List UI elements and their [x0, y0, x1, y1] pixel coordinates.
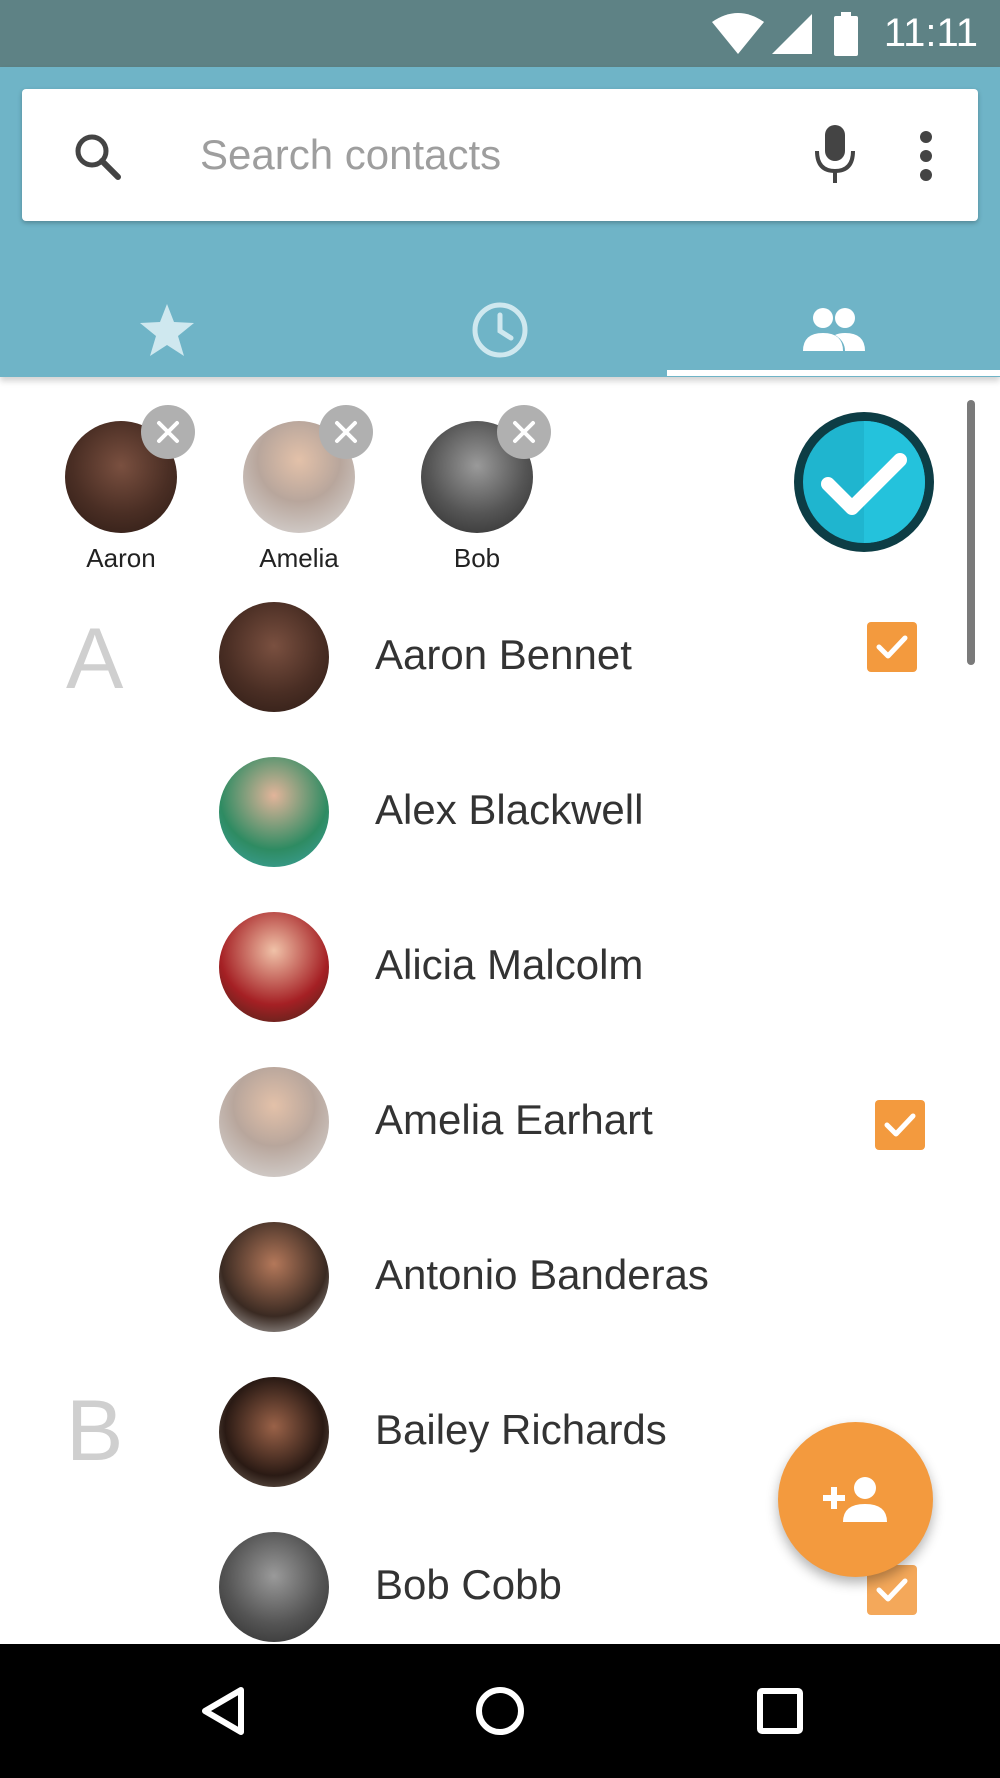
chip-remove-button[interactable] [319, 405, 373, 459]
chip-remove-button[interactable] [141, 405, 195, 459]
home-circle-icon [476, 1687, 524, 1735]
contact-name: Alicia Malcolm [375, 941, 644, 988]
tab-recents[interactable] [333, 282, 666, 377]
avatar [219, 1222, 329, 1332]
contact-name: Aaron Bennet [375, 631, 632, 678]
contact-row[interactable]: Aaron Bennet [0, 579, 1000, 734]
contact-name: Alex Blackwell [375, 786, 644, 833]
tab-contacts[interactable] [667, 282, 1000, 377]
tab-indicator [667, 370, 1000, 376]
contact-checkbox[interactable] [867, 622, 917, 672]
check-icon [876, 635, 908, 659]
check-circle-icon [794, 412, 934, 552]
close-icon [157, 421, 179, 443]
app-bar [0, 67, 1000, 377]
tab-favorites[interactable] [0, 282, 333, 377]
done-button[interactable] [792, 410, 936, 554]
more-vert-icon[interactable] [918, 131, 934, 181]
contact-name: Bailey Richards [375, 1406, 667, 1453]
search-icon[interactable] [72, 131, 124, 183]
cell-signal-icon [772, 14, 812, 54]
chip-label: Bob [453, 543, 501, 573]
contact-name: Antonio Banderas [375, 1251, 709, 1298]
avatar [219, 912, 329, 1022]
navigation-bar [0, 1644, 1000, 1778]
search-input[interactable] [200, 125, 770, 185]
chip-label: Aaron [86, 543, 156, 573]
avatar [219, 1532, 329, 1642]
clock-icon [472, 302, 527, 357]
avatar [219, 757, 329, 867]
contact-row[interactable]: Alex Blackwell [0, 734, 1000, 889]
contact-checkbox[interactable] [875, 1100, 925, 1150]
home-button[interactable] [435, 1666, 565, 1756]
star-icon [139, 303, 194, 356]
chip-label: Amelia [259, 543, 339, 573]
search-bar [22, 89, 978, 221]
people-icon [802, 307, 865, 351]
avatar [219, 1067, 329, 1177]
contact-row[interactable]: Amelia Earhart [0, 1044, 1000, 1199]
status-bar: 11:11 [0, 0, 1000, 67]
selected-chip[interactable]: Amelia [239, 405, 373, 574]
contact-name: Amelia Earhart [375, 1096, 653, 1143]
check-icon [876, 1578, 908, 1602]
check-icon [884, 1113, 916, 1137]
contact-row[interactable]: Antonio Banderas [0, 1199, 1000, 1354]
person-add-icon [822, 1476, 887, 1522]
selected-chip[interactable]: Bob [417, 405, 551, 574]
back-button[interactable] [158, 1666, 288, 1756]
wifi-icon [712, 13, 764, 54]
contact-name: Bob Cobb [375, 1561, 562, 1608]
recents-button[interactable] [715, 1666, 845, 1756]
chip-remove-button[interactable] [497, 405, 551, 459]
selected-chip[interactable]: Aaron [61, 405, 195, 574]
contact-row[interactable]: Alicia Malcolm [0, 889, 1000, 1044]
close-icon [335, 421, 357, 443]
status-time: 11:11 [883, 11, 978, 55]
recents-square-icon [757, 1688, 803, 1734]
close-icon [513, 421, 535, 443]
back-triangle-icon [202, 1687, 244, 1735]
add-contact-button[interactable] [778, 1422, 933, 1577]
battery-icon [834, 12, 858, 56]
avatar [219, 602, 329, 712]
avatar [219, 1377, 329, 1487]
microphone-icon[interactable] [812, 123, 858, 187]
